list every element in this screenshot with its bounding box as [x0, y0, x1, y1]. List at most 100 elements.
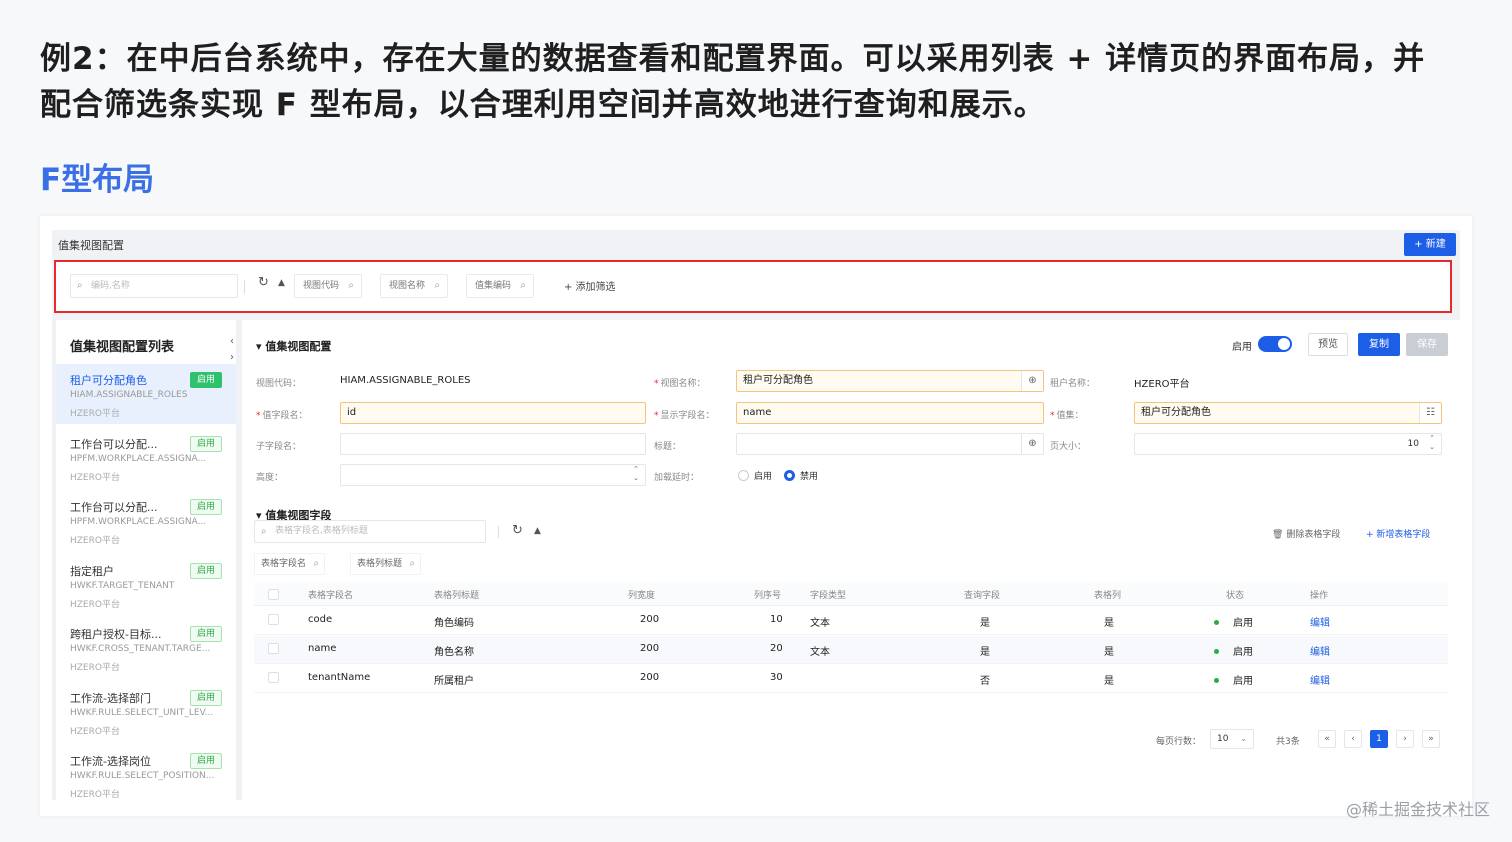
sidebar-item[interactable]: 工作流-选择部门 启用 HWKF.RULE.SELECT_UNIT_LEV...… [56, 682, 236, 742]
page-size-value: 10 [1407, 439, 1419, 449]
display-field-input[interactable]: name [736, 402, 1044, 424]
cell-status: 启用 [1214, 672, 1253, 687]
sidebar-item-code: HWKF.CROSS_TENANT.TARGE... [70, 644, 211, 654]
refresh-icon[interactable]: ↻ [512, 523, 523, 538]
section-title: F型布局 [40, 162, 155, 198]
value-field-input[interactable]: id [340, 402, 646, 424]
header-column: 表格列 [1094, 591, 1122, 601]
title-label: 标题： [654, 442, 682, 452]
sidebar-item-code: HWKF.RULE.SELECT_POSITION... [70, 771, 215, 781]
height-input[interactable]: ⌃ ⌄ [340, 464, 646, 486]
display-field-label: * 显示字段名： [654, 411, 715, 421]
sidebar-item-name: 跨租户授权-目标... [70, 628, 162, 641]
cell-order: 30 [770, 672, 783, 683]
value-set-label-text: 值集： [1056, 411, 1084, 421]
prev-page-icon[interactable]: ‹ [1344, 730, 1362, 748]
next-page-icon[interactable]: › [1396, 730, 1414, 748]
value-field-label: * 值字段名： [256, 411, 308, 421]
value-set-input[interactable]: 租户可分配角色 ☷ [1134, 402, 1442, 424]
page-size-input[interactable]: 10 ⌃ ⌄ [1134, 433, 1442, 455]
page-current[interactable]: 1 [1370, 730, 1388, 748]
child-field-input[interactable] [340, 433, 646, 455]
lookup-icon[interactable]: ☷ [1419, 403, 1441, 423]
add-field-button[interactable]: + 新增表格字段 [1366, 527, 1430, 540]
chevron-left-icon[interactable]: ‹ [230, 334, 234, 350]
tenant-name-value: HZERO平台 [1134, 379, 1190, 390]
collapse-icon[interactable]: ▲ [534, 526, 541, 536]
title-input[interactable]: ⊕ [736, 433, 1044, 455]
sidebar-item[interactable]: 工作流-选择岗位 启用 HWKF.RULE.SELECT_POSITION...… [56, 745, 236, 800]
intro-line-2: 配合筛选条实现 F 型布局，以合理利用空间并高效地进行查询和展示。 [40, 87, 1046, 123]
fields-search-placeholder: 表格字段名,表格列标题 [275, 526, 368, 536]
cell-title: 角色名称 [434, 647, 474, 658]
edit-link[interactable]: 编辑 [1310, 643, 1330, 658]
status-badge: 启用 [189, 626, 222, 642]
view-name-value: 租户可分配角色 [743, 375, 813, 386]
save-button[interactable]: 保存 [1406, 333, 1448, 356]
table-row: code 角色编码 200 10 文本 是 是 启用 编辑 [254, 607, 1448, 635]
field-filter-chip[interactable]: 表格字段名 ⌕ [254, 553, 326, 575]
first-page-icon[interactable]: « [1318, 730, 1336, 748]
enable-toggle-label: 启用 [1232, 342, 1252, 353]
select-all-checkbox[interactable] [268, 589, 279, 600]
status-badge: 启用 [189, 499, 222, 515]
intro-line-1: 例2：在中后台系统中，存在大量的数据查看和配置界面。可以采用列表 + 详情页的界… [40, 41, 1426, 77]
edit-link[interactable]: 编辑 [1310, 672, 1330, 687]
table-row: name 角色名称 200 20 文本 是 是 启用 编辑 [254, 636, 1448, 664]
child-field-label: 子字段名： [256, 442, 302, 452]
app-topbar: 值集视图配置 + 新建 [52, 230, 1460, 258]
sidebar-item-name: 指定租户 [70, 565, 114, 578]
stepper-icon[interactable]: ⌃ ⌄ [633, 465, 639, 483]
cell-order: 10 [770, 614, 783, 625]
per-page-select[interactable]: 10 ⌄ [1210, 729, 1254, 749]
column-filter-chip-label: 表格列标题 [357, 559, 403, 569]
cell-column: 是 [1104, 647, 1114, 658]
cell-status-text: 启用 [1233, 676, 1253, 687]
sidebar-item-code: HPFM.WORKPLACE.ASSIGNA... [70, 454, 207, 464]
last-page-icon[interactable]: » [1422, 730, 1440, 748]
sidebar-item[interactable]: 跨租户授权-目标... 启用 HWKF.CROSS_TENANT.TARGE..… [56, 618, 236, 678]
fields-divider [498, 526, 499, 538]
status-badge: 启用 [189, 372, 222, 388]
column-filter-chip[interactable]: 表格列标题 ⌕ [350, 553, 422, 575]
sidebar-item-name: 工作流-选择岗位 [70, 755, 151, 768]
row-checkbox[interactable] [268, 643, 279, 654]
globe-icon[interactable]: ⊕ [1021, 371, 1043, 391]
screenshot-frame: 值集视图配置 + 新建 ⌕ 编码,名称 ↻ ▲ 视图代码 ⌕ 视图名称 ⌕ 值集… [40, 216, 1472, 816]
delete-field-button[interactable]: 🗑 删除表格字段 [1272, 527, 1340, 540]
pager-total: 共3条 [1276, 737, 1300, 747]
search-icon: ⌕ [261, 526, 267, 537]
sidebar-item[interactable]: 工作台可以分配... 启用 HPFM.WORKPLACE.ASSIGNA... … [56, 428, 236, 488]
sidebar-item[interactable]: 指定租户 启用 HWKF.TARGET_TENANT HZERO平台 [56, 555, 236, 615]
header-field: 表格字段名 [308, 591, 354, 601]
detail-section-label: 值集视图配置 [265, 340, 332, 353]
new-button[interactable]: + 新建 [1404, 233, 1456, 256]
copy-button[interactable]: 复制 [1358, 333, 1400, 356]
view-name-input[interactable]: 租户可分配角色 ⊕ [736, 370, 1044, 392]
radio-disable[interactable]: 禁用 [784, 469, 818, 482]
header-order: 列序号 [754, 591, 782, 601]
app-window: 值集视图配置 + 新建 ⌕ 编码,名称 ↻ ▲ 视图代码 ⌕ 视图名称 ⌕ 值集… [52, 230, 1460, 800]
edit-link[interactable]: 编辑 [1310, 614, 1330, 629]
radio-enable[interactable]: 启用 [738, 469, 772, 482]
view-name-label: * 视图名称： [654, 379, 706, 389]
status-badge: 启用 [189, 436, 222, 452]
sidebar-item-tenant: HZERO平台 [70, 790, 120, 800]
height-label: 高度： [256, 473, 284, 483]
globe-icon[interactable]: ⊕ [1021, 434, 1043, 454]
detail-section-title[interactable]: ▾ 值集视图配置 [256, 338, 331, 354]
fields-search-input[interactable]: ⌕ 表格字段名,表格列标题 [254, 520, 486, 543]
sidebar-item[interactable]: 租户可分配角色 启用 HIAM.ASSIGNABLE_ROLES HZERO平台 [56, 364, 236, 424]
search-icon: ⌕ [313, 558, 320, 569]
sidebar-item-tenant: HZERO平台 [70, 409, 120, 419]
cell-status: 启用 [1214, 643, 1253, 658]
enable-toggle[interactable] [1258, 336, 1292, 352]
sidebar-item[interactable]: 工作台可以分配... 启用 HPFM.WORKPLACE.ASSIGNA... … [56, 491, 236, 551]
sidebar-item-tenant: HZERO平台 [70, 663, 120, 673]
preview-button[interactable]: 预览 [1308, 333, 1348, 356]
row-checkbox[interactable] [268, 672, 279, 683]
delete-field-label: 删除表格字段 [1286, 530, 1341, 540]
page-size-label: 页大小： [1050, 442, 1087, 452]
row-checkbox[interactable] [268, 614, 279, 625]
stepper-icon[interactable]: ⌃ ⌄ [1429, 434, 1435, 452]
